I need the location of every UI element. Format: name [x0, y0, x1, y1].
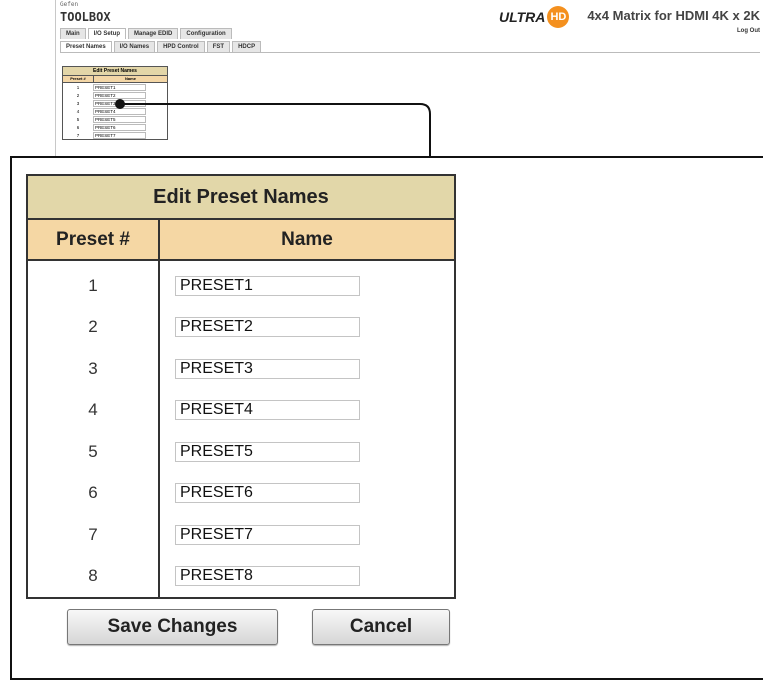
- mini-table-row: 7 PRESET7: [63, 131, 167, 139]
- mini-table-row: 4 PRESET4: [63, 107, 167, 115]
- tab-io-setup[interactable]: I/O Setup: [87, 28, 127, 39]
- preset-name-input[interactable]: [175, 400, 360, 421]
- preset-number: 4: [27, 389, 160, 431]
- tab-main[interactable]: Main: [60, 28, 86, 39]
- preset-number: 6: [27, 472, 160, 514]
- preset-name-input[interactable]: [175, 524, 360, 545]
- mini-table-row: 2 PRESET2: [63, 91, 167, 99]
- divider: [60, 52, 760, 53]
- header-preset-number: Preset #: [27, 219, 160, 261]
- ultra-hd-logo: ULTRA HD: [499, 6, 570, 28]
- zoomed-panel: Edit Preset Names Preset # Name 1 2 3 4 …: [10, 156, 763, 680]
- table-row: 1: [27, 260, 455, 307]
- preset-name-input[interactable]: [175, 275, 360, 296]
- preset-number: 8: [27, 555, 160, 598]
- mini-table-row: 1 PRESET1: [63, 83, 167, 91]
- table-header: Preset # Name: [27, 219, 455, 261]
- mini-table-header: Preset # Name: [63, 76, 167, 83]
- table-row: 2: [27, 306, 455, 348]
- preset-number: 1: [27, 260, 160, 307]
- header-name: Name: [159, 219, 455, 261]
- preset-name-input[interactable]: [175, 441, 360, 462]
- mini-preset-table: Edit Preset Names Preset # Name 1 PRESET1…: [62, 66, 168, 140]
- table-row: 5: [27, 431, 455, 473]
- cancel-button[interactable]: Cancel: [312, 609, 450, 645]
- preset-name-input[interactable]: [175, 317, 360, 338]
- preset-number: 7: [27, 514, 160, 556]
- table-title: Edit Preset Names: [27, 175, 455, 220]
- logout-link[interactable]: Log Out: [737, 28, 760, 34]
- device-title: 4x4 Matrix for HDMI 4K x 2K: [587, 8, 760, 23]
- background-screenshot: Gefen TOOLBOX ULTRA HD 4x4 Matrix for HD…: [55, 0, 763, 160]
- preset-number: 5: [27, 431, 160, 473]
- preset-number: 2: [27, 306, 160, 348]
- mini-table-row: 5 PRESET5: [63, 115, 167, 123]
- save-changes-button[interactable]: Save Changes: [67, 609, 278, 645]
- preset-name-input[interactable]: [175, 483, 360, 504]
- table-row: 4: [27, 389, 455, 431]
- table-row: 7: [27, 514, 455, 556]
- mini-table-row: 6 PRESET6: [63, 123, 167, 131]
- tab-configuration[interactable]: Configuration: [180, 28, 232, 39]
- table-row: 8: [27, 555, 455, 598]
- gefen-toolbox-logo: Gefen TOOLBOX: [60, 1, 111, 24]
- table-row: 3: [27, 348, 455, 390]
- preset-name-input[interactable]: [175, 358, 360, 379]
- table-row: 6: [27, 472, 455, 514]
- preset-name-input[interactable]: [175, 566, 360, 587]
- edit-preset-names-table: Edit Preset Names Preset # Name 1 2 3 4 …: [26, 174, 456, 599]
- mini-table-row: 3 PRESET3: [63, 99, 167, 107]
- preset-number: 3: [27, 348, 160, 390]
- tab-manage-edid[interactable]: Manage EDID: [128, 28, 179, 39]
- mini-table-title: Edit Preset Names: [63, 67, 167, 76]
- main-tabs: Main I/O Setup Manage EDID Configuration: [60, 28, 232, 39]
